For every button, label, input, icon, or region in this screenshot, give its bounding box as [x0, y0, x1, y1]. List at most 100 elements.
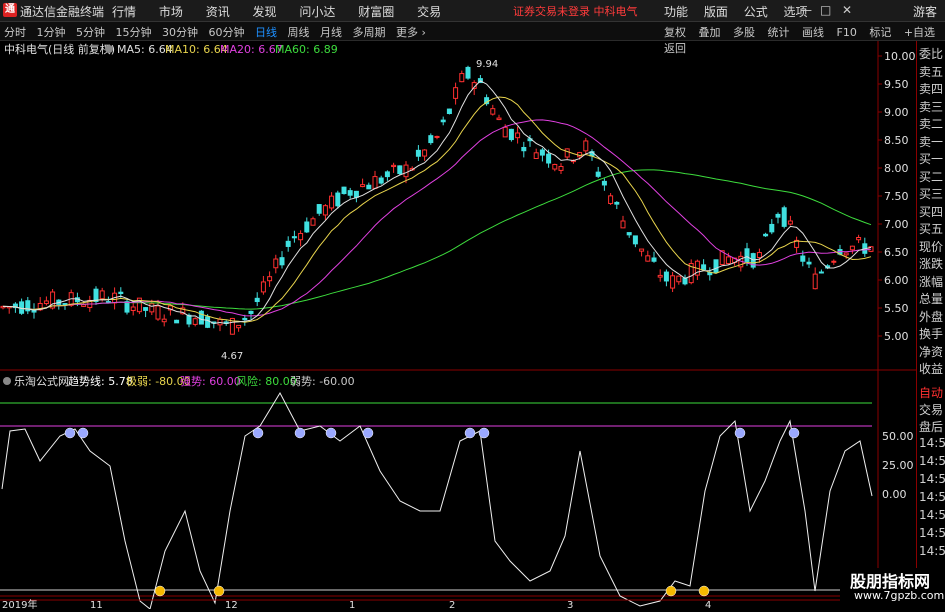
menu-item-formula[interactable]: 公式: [744, 5, 768, 19]
indicator-settings-icon[interactable]: [3, 377, 11, 385]
candle-body: [335, 192, 341, 207]
quote-panel-item: 卖一: [919, 134, 944, 149]
quote-panel-item: 买三: [919, 187, 944, 201]
ma5-line: [2, 80, 872, 325]
menu-item-ask[interactable]: 问小达: [299, 5, 335, 19]
tab-1min[interactable]: 1分钟: [37, 26, 66, 39]
candle-body: [248, 310, 254, 314]
time-tick: 14:56: [919, 526, 945, 540]
candle-body: [849, 245, 855, 251]
candle-body: [155, 305, 161, 320]
watermark: 股朋指标网 www.7gpzb.com: [840, 568, 945, 609]
price-tick: 6.00: [884, 274, 909, 287]
candle-body: [676, 275, 682, 283]
time-tick: 14:56: [919, 508, 945, 522]
ma20-line: [2, 119, 872, 317]
chart-svg[interactable]: 中科电气(日线 前复权) MA5: 6.64 MA10: 6.64 MA20: …: [0, 41, 916, 612]
indicator-trend: 趋势线: 5.78: [68, 374, 133, 388]
quote-panel-item: 卖三: [919, 99, 944, 114]
candle-body: [124, 301, 130, 313]
candle-body: [397, 165, 403, 175]
candle-body: [366, 184, 372, 190]
tool-draw[interactable]: 画线: [802, 26, 824, 39]
price-tick: 9.50: [884, 78, 909, 91]
quote-panel-tab[interactable]: 交易: [919, 401, 945, 418]
menu-item-function[interactable]: 功能: [664, 5, 688, 19]
tab-weekly[interactable]: 周线: [288, 26, 310, 39]
candle-body: [521, 146, 527, 152]
candle-body: [267, 276, 273, 282]
menu-item-market[interactable]: 市场: [159, 5, 183, 19]
tab-monthly[interactable]: 月线: [320, 26, 342, 39]
menu-item-news[interactable]: 资讯: [206, 5, 230, 19]
oversold-markers: [154, 585, 710, 597]
quote-panel-tab[interactable]: 盘后: [919, 418, 945, 435]
menu-item-wealth[interactable]: 财富圈: [358, 5, 394, 19]
tab-daily[interactable]: 日线: [255, 26, 277, 39]
close-icon[interactable]: ✕: [842, 3, 852, 17]
candle-body: [781, 207, 787, 227]
tool-mark[interactable]: 标记: [869, 26, 891, 39]
app-logo-icon: 通: [3, 3, 17, 17]
candle-body: [818, 271, 824, 274]
tool-adjust[interactable]: 复权: [664, 26, 686, 39]
sad-face-icon: [478, 427, 490, 439]
ma60-label: MA60: 6.89: [275, 43, 338, 56]
time-tick: 14:56: [919, 454, 945, 468]
candle-body: [626, 232, 632, 236]
quote-panel-item: 买五: [919, 222, 944, 236]
candle-body: [434, 135, 440, 138]
quote-panel-item: 买四: [919, 204, 944, 219]
tab-5min[interactable]: 5分钟: [76, 26, 105, 39]
tool-statistics[interactable]: 统计: [768, 26, 790, 39]
minimize-icon[interactable]: —: [800, 3, 812, 17]
candle-body: [713, 259, 719, 273]
tool-f10[interactable]: F10: [837, 26, 857, 39]
login-notice[interactable]: 证券交易未登录 中科电气: [513, 3, 638, 19]
tool-multi-stock[interactable]: 多股: [733, 26, 755, 39]
tab-15min[interactable]: 15分钟: [116, 26, 152, 39]
candle-body: [496, 117, 502, 121]
candle-body: [322, 205, 328, 216]
indicator-title: 乐淘公式网: [14, 375, 69, 388]
date-label: 2: [449, 600, 455, 609]
candle-body: [428, 135, 434, 144]
menu-item-quotes[interactable]: 行情: [112, 5, 136, 19]
tab-intraday[interactable]: 分时: [4, 26, 26, 39]
tab-30min[interactable]: 30分钟: [162, 26, 198, 39]
quote-panel-tab[interactable]: 自动: [919, 384, 945, 401]
candle-body: [43, 300, 49, 305]
tab-multi-period[interactable]: 多周期: [353, 26, 386, 39]
sad-face-icon: [464, 427, 476, 439]
menu-item-trade[interactable]: 交易: [417, 5, 441, 19]
sad-face-icon: [734, 427, 746, 439]
tool-overlay[interactable]: 叠加: [699, 26, 721, 39]
guest-user[interactable]: 游客: [913, 3, 937, 20]
candle-body: [787, 220, 793, 225]
settings-icon[interactable]: [105, 45, 113, 53]
candle-body: [459, 73, 465, 83]
candle-body: [198, 310, 204, 325]
tool-add-watch[interactable]: +自选: [904, 26, 935, 39]
chart-area[interactable]: 中科电气(日线 前复权) MA5: 6.64 MA10: 6.64 MA20: …: [0, 41, 916, 612]
tab-more[interactable]: 更多 ›: [396, 26, 426, 39]
candle-body: [384, 171, 390, 178]
candle-body: [310, 218, 316, 226]
price-tick: 8.50: [884, 134, 909, 147]
menu-item-layout[interactable]: 版面: [704, 5, 728, 19]
candle-body: [657, 274, 663, 278]
quote-panel-item: 涨跌: [919, 257, 944, 271]
maximize-icon[interactable]: □: [820, 3, 831, 17]
candle-body: [242, 317, 248, 321]
sad-face-icon: [64, 427, 76, 439]
candle-body: [453, 87, 459, 99]
tab-60min[interactable]: 60分钟: [209, 26, 245, 39]
candle-body: [236, 324, 242, 329]
price-tick: 9.00: [884, 106, 909, 119]
menu-item-discover[interactable]: 发现: [253, 5, 277, 19]
candle-body: [378, 177, 384, 184]
date-label: 3: [567, 600, 573, 609]
price-tick: 10.00: [884, 50, 916, 63]
candle-body: [856, 237, 862, 241]
time-tick: 14:56: [919, 490, 945, 504]
